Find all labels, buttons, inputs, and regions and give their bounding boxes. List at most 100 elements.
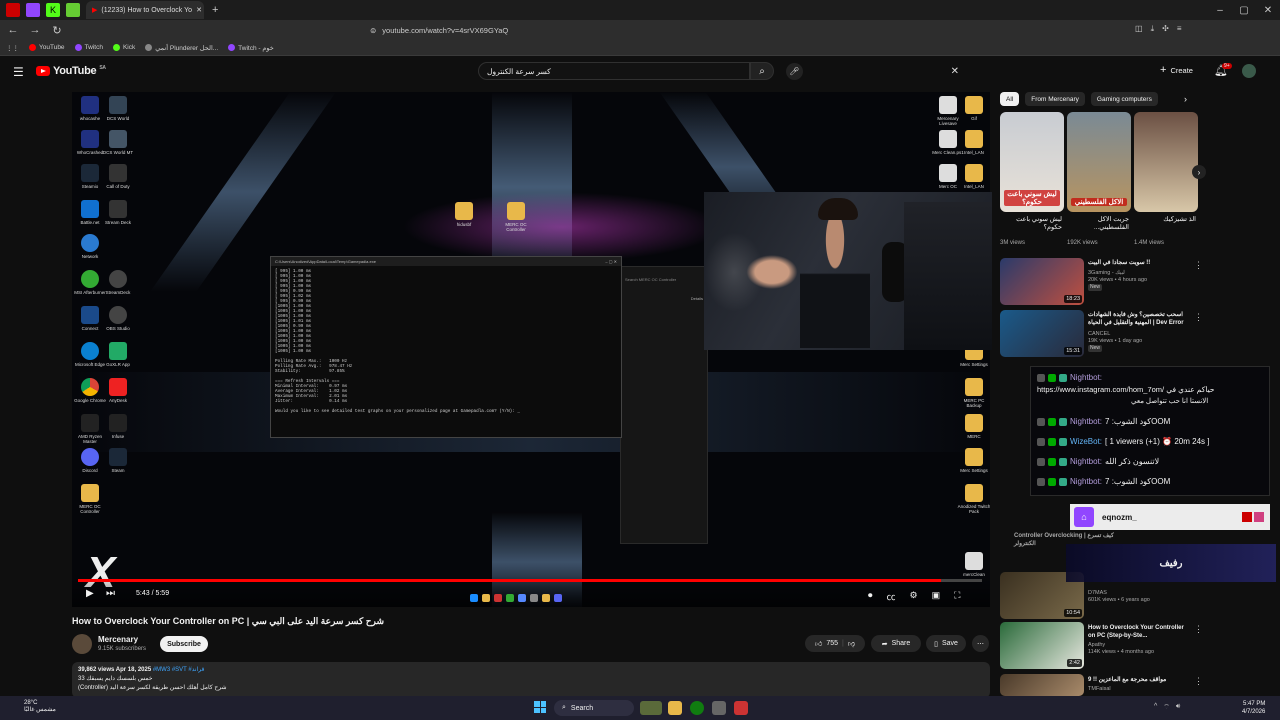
download-icon[interactable]: ⤓: [1151, 24, 1155, 34]
windows-start-icon[interactable]: [534, 701, 546, 713]
voice-search-button[interactable]: 🎤︎: [786, 63, 803, 80]
rec-title[interactable]: مواقف محرجة مع الماعزين !! 9: [1088, 676, 1190, 684]
extension-icon[interactable]: ◫: [1135, 24, 1143, 34]
taskbar-search[interactable]: ⌕ Search: [554, 700, 634, 716]
like-icon[interactable]: 👍︎: [815, 639, 822, 648]
new-tab-button[interactable]: +: [212, 4, 218, 16]
back-icon[interactable]: ←: [6, 24, 20, 36]
subscribe-button[interactable]: Subscribe: [160, 636, 208, 652]
kick-tab-icon[interactable]: K: [46, 3, 60, 17]
shorts-next-icon[interactable]: ›: [1192, 165, 1206, 179]
bookmark-kick[interactable]: Kick: [112, 44, 135, 51]
hamburger-menu-icon[interactable]: ☰: [13, 65, 24, 79]
bookmark-youtube[interactable]: YouTube: [29, 44, 65, 51]
desc-tags[interactable]: #MW3 #SVT #قراند: [153, 667, 205, 673]
forward-icon[interactable]: →: [28, 24, 42, 36]
stream-chat-overlay: Nightbot: https://www.instagram.com/hom_…: [1030, 366, 1270, 496]
chip-gaming-computers[interactable]: Gaming computers: [1090, 92, 1158, 106]
close-window-button[interactable]: ✕: [1256, 5, 1280, 16]
rec-thumbnail[interactable]: 18:23: [1000, 258, 1084, 305]
short-title[interactable]: جربت الاكل الفلسطيني...: [1067, 216, 1129, 232]
rec-title[interactable]: اسحب تخصصين؟ وش فايدة الشهادات المهنية و…: [1088, 311, 1190, 327]
short-thumbnail[interactable]: ليش سوني باعت حكوم؟: [1000, 112, 1064, 212]
rec-menu-icon[interactable]: ⋮: [1194, 624, 1203, 635]
app-icon[interactable]: [712, 701, 726, 715]
close-tab-icon[interactable]: ✕: [196, 6, 202, 14]
file-explorer-icon[interactable]: [668, 701, 682, 715]
search-input[interactable]: كسر سرعة الكنترول ✕: [478, 62, 959, 80]
short-title[interactable]: الذ تشيزكيك: [1134, 216, 1196, 224]
subtitles-icon[interactable]: ㏄: [887, 590, 896, 603]
channel-avatar[interactable]: [72, 634, 92, 654]
progress-bar[interactable]: [78, 579, 982, 582]
rec-menu-icon[interactable]: ⋮: [1194, 676, 1203, 687]
youtube-logo[interactable]: YouTube SA: [36, 65, 106, 77]
url-field[interactable]: ⊜ youtube.com/watch?v=4srVX69GYaQ: [370, 23, 910, 37]
active-tab[interactable]: ▶ (12233) How to Overclock Yo ✕: [86, 1, 204, 19]
clear-search-icon[interactable]: ✕: [951, 66, 959, 77]
tab-icon[interactable]: [66, 3, 80, 17]
rec-thumbnail[interactable]: [1000, 674, 1084, 696]
desktop-icon: Intel_LAN: [956, 130, 990, 155]
autoplay-toggle-icon[interactable]: ⏺: [868, 590, 873, 603]
fullscreen-icon[interactable]: ⛶: [954, 590, 960, 603]
rec-thumbnail[interactable]: 15:31: [1000, 310, 1084, 357]
play-button[interactable]: ▶: [86, 588, 94, 599]
chip-from-mercenary[interactable]: From Mercenary: [1025, 92, 1085, 106]
volume-icon[interactable]: 🔊︎: [1176, 703, 1180, 712]
browser-tab-strip: K ▶ (12233) How to Overclock Yo ✕ + – ▢ …: [0, 0, 1280, 20]
rec-thumbnail[interactable]: 2:42: [1000, 622, 1084, 669]
settings-gear-icon[interactable]: ⚙: [910, 590, 918, 603]
save-button[interactable]: ▯ Save: [926, 635, 966, 652]
chevron-up-icon[interactable]: ^: [1154, 703, 1157, 712]
bookmark-twitch[interactable]: Twitch: [74, 44, 103, 51]
miniplayer-icon[interactable]: ▣: [932, 590, 941, 603]
taskbar-widget-icon[interactable]: [640, 701, 662, 715]
rec-title[interactable]: سويت سجادا في البيت !!: [1088, 259, 1190, 267]
filter-chips: All From Mercenary Gaming computers: [1000, 92, 1158, 106]
create-button[interactable]: + Create: [1160, 64, 1193, 76]
rec-menu-icon[interactable]: ⋮: [1194, 312, 1203, 323]
menu-icon[interactable]: ≡: [1177, 24, 1182, 34]
bookmark-twitch-khom[interactable]: Twitch - خوم: [228, 44, 274, 52]
chevron-right-icon[interactable]: ›: [1184, 94, 1187, 104]
apps-icon[interactable]: ⋮⋮: [6, 44, 19, 52]
short-thumbnail[interactable]: الاكل الفلسطيني: [1067, 112, 1131, 212]
bookmark-plunderer[interactable]: أنمي Plunderer الحل...: [145, 44, 218, 52]
short-thumbnail[interactable]: [1134, 112, 1198, 212]
site-info-icon[interactable]: ⊜: [370, 26, 376, 35]
more-actions-button[interactable]: ⋯: [972, 635, 989, 652]
youtube-tab-icon[interactable]: [6, 3, 20, 17]
youtube-play-logo-icon: [36, 66, 50, 76]
time-display: 5:43 / 5:59: [136, 590, 170, 597]
next-button[interactable]: ⏭: [106, 588, 115, 599]
short-title[interactable]: ليش سوني باعت حكوم؟: [1000, 216, 1062, 232]
browser-icon[interactable]: [734, 701, 748, 715]
reload-icon[interactable]: ↻: [50, 24, 64, 37]
network-icon[interactable]: ⌔: [1163, 703, 1170, 712]
minimize-button[interactable]: –: [1208, 5, 1232, 16]
maximize-button[interactable]: ▢: [1232, 5, 1256, 16]
search-button[interactable]: ⌕: [750, 62, 774, 80]
dislike-icon[interactable]: 👎︎: [848, 639, 855, 648]
like-count[interactable]: 755: [826, 640, 838, 647]
weather-widget[interactable]: 28°C مشمس غالبًا: [24, 700, 56, 714]
rec-meta: CANCEL 19K views • 1 day ago New: [1088, 331, 1143, 352]
rec-title[interactable]: How to Overclock Your Controller on PC (…: [1088, 624, 1190, 640]
share-button[interactable]: ➦ Share: [871, 635, 921, 652]
account-avatar[interactable]: [1242, 64, 1256, 78]
twitch-tab-icon[interactable]: [26, 3, 40, 17]
browser-toolbar: ◫ ⤓ ✣ ≡: [1135, 24, 1181, 34]
short-views: 1.4M views: [1134, 240, 1165, 246]
chip-all[interactable]: All: [1000, 92, 1020, 106]
system-tray: ^ ⌔ 🔊︎: [1154, 703, 1180, 712]
channel-name[interactable]: Mercenary: [98, 635, 138, 644]
console-output: [ 995] 1.00 ms [ 995] 1.00 ms [ 995] 1.0…: [275, 269, 520, 414]
taskbar-clock[interactable]: 5:47 PM 4/7/2026: [1242, 700, 1265, 716]
puzzle-icon[interactable]: ✣: [1162, 24, 1169, 34]
rec-menu-icon[interactable]: ⋮: [1194, 260, 1203, 271]
description-box[interactable]: 39,862 views Apr 18, 2025 #MW3 #SVT #قرا…: [72, 662, 990, 698]
rec-meta: Apathy 114K views • 4 months ago: [1088, 642, 1155, 655]
xbox-icon[interactable]: [690, 701, 704, 715]
desc-line-1: 33 خمس بلسسك دايم يسبقك: [78, 676, 153, 682]
